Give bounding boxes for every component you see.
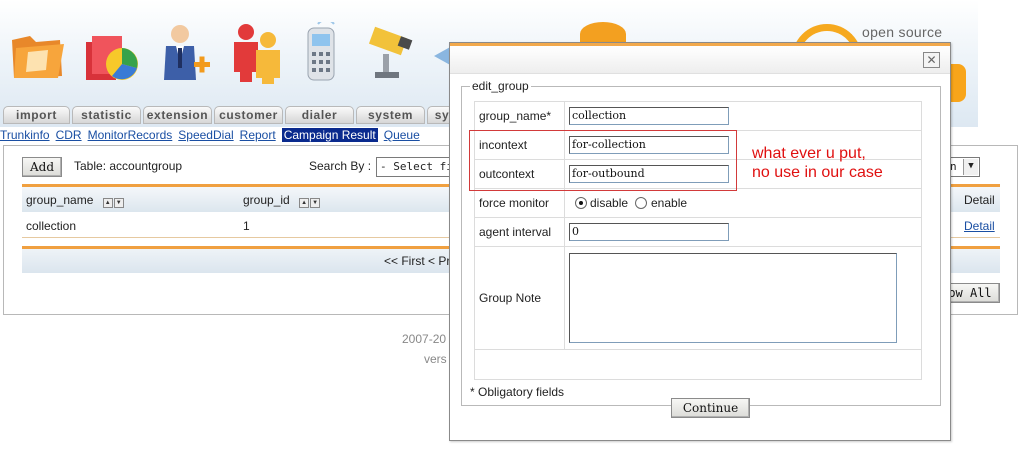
force-monitor-enable-label[interactable]: enable [651,196,687,210]
footer-copyright: 2007-20 [402,332,447,346]
search-field-select[interactable]: - Select fi [376,157,456,177]
dialog-titlebar[interactable]: ✕ [450,43,950,74]
import-folder-icon[interactable] [8,22,68,84]
column-header-group-id[interactable]: group_id ▲ ▼ [243,193,321,209]
extension-user-add-icon[interactable] [158,22,218,84]
group-note-label: Group Note [475,247,565,349]
submenu-report[interactable]: Report [240,128,276,142]
annotation-line-2: no use in our case [752,164,883,181]
system-camera-icon[interactable] [365,22,425,84]
customer-people-icon[interactable] [228,22,288,84]
add-button[interactable]: Add [22,157,62,177]
sort-desc-icon[interactable]: ▼ [310,198,321,209]
force-monitor-label: force monitor [475,189,565,217]
edit-group-dialog: ✕ edit_group group_name* collection inco… [449,42,951,441]
close-icon[interactable]: ✕ [923,52,940,68]
group-name-input[interactable]: collection [569,107,729,125]
search-type-select[interactable]: n ▼ [948,157,980,177]
submenu-cdr[interactable]: CDR [56,128,82,142]
statistic-chart-icon[interactable] [82,22,142,84]
sort-controls: ▲ ▼ [102,193,125,209]
pager-first-prev[interactable]: << First < Pr [384,249,450,273]
submenu-monitorrecords[interactable]: MonitorRecords [88,128,173,142]
menu-tab-dialer[interactable]: dialer [285,106,354,124]
force-monitor-enable-radio[interactable] [635,197,647,209]
sort-asc-icon[interactable]: ▲ [102,198,113,209]
sort-controls: ▲ ▼ [299,193,321,209]
obligatory-fields-note: * Obligatory fields [470,385,565,399]
annotation-text: what ever u put, no use in our case [752,144,883,182]
force-monitor-disable-label[interactable]: disable [590,196,628,210]
form-row-agent-interval: agent interval 0 [475,218,921,247]
sort-asc-icon[interactable]: ▲ [299,198,310,209]
group-note-textarea[interactable] [569,253,897,343]
cell-group-id: 1 [243,219,250,233]
group-name-label: group_name* [475,102,565,130]
dialog-title: edit_group [470,79,531,93]
column-header-group-name[interactable]: group_name ▲ ▼ [26,193,125,209]
form-row-group-note: Group Note [475,247,921,350]
agent-interval-input[interactable]: 0 [569,223,729,241]
column-header-detail: Detail [964,193,995,207]
sub-menu: Trunkinfo CDR MonitorRecords SpeedDial Repor… [0,128,426,144]
table-name-label: Table: accountgroup [74,159,183,173]
menu-tab-extension[interactable]: extension [143,106,212,124]
column-label: group_name [26,193,94,207]
submenu-trunkinfo[interactable]: Trunkinfo [0,128,50,142]
cell-group-name: collection [26,219,77,233]
submenu-queue[interactable]: Queue [384,128,420,142]
menu-tab-statistic[interactable]: statistic [72,106,141,124]
chevron-down-icon[interactable]: ▼ [963,159,978,175]
column-label: group_id [243,193,290,207]
submenu-campaign-result[interactable]: Campaign Result [281,128,378,142]
menu-tab-import[interactable]: import [3,106,70,124]
annotation-highlight-box [469,130,737,191]
footer-version: vers [424,352,447,366]
dialer-phone-icon[interactable] [300,22,360,84]
form-row-force-monitor: force monitor disable enable [475,189,921,218]
form-row-group-name: group_name* collection [475,102,921,131]
sort-desc-icon[interactable]: ▼ [113,198,124,209]
detail-link[interactable]: Detail [964,219,995,233]
menu-tab-system[interactable]: system [356,106,425,124]
menu-tab-customer[interactable]: customer [214,106,283,124]
submenu-speeddial[interactable]: SpeedDial [178,128,233,142]
search-by-label: Search By : [309,159,372,173]
annotation-line-1: what ever u put, [752,145,866,162]
agent-interval-label: agent interval [475,218,565,246]
force-monitor-disable-radio[interactable] [575,197,587,209]
brand-text: open source [862,24,943,40]
continue-button[interactable]: Continue [671,398,750,418]
